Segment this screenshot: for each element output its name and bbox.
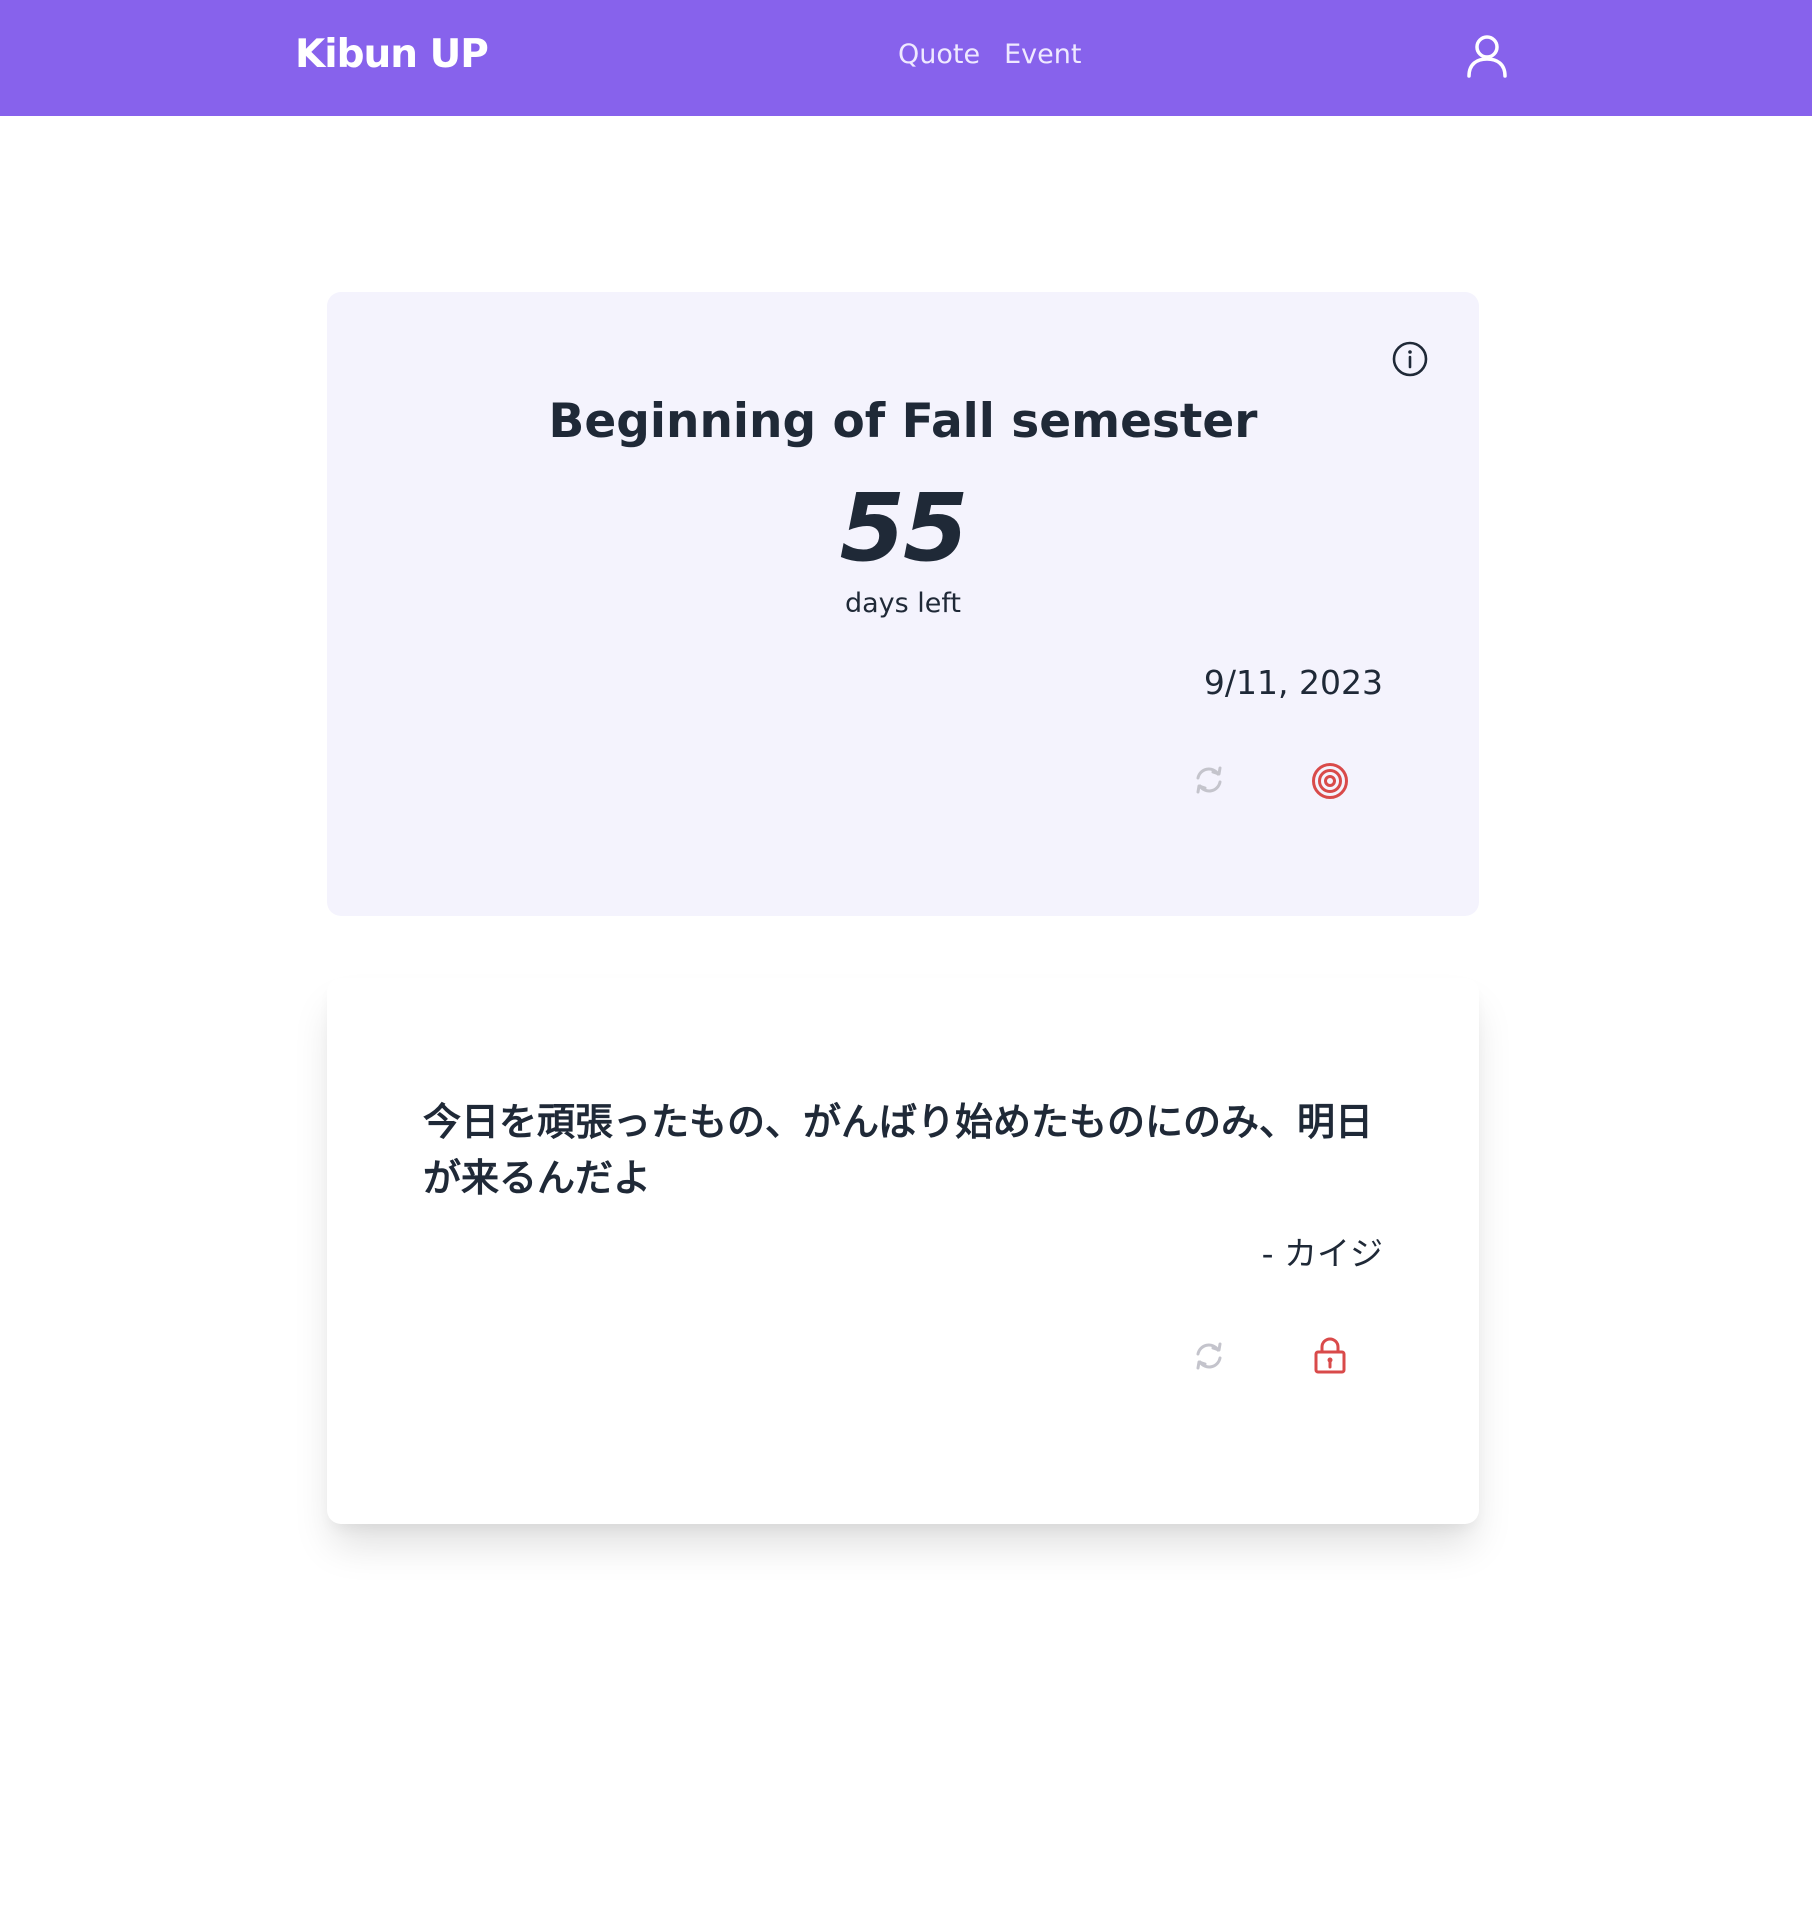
event-title: Beginning of Fall semester xyxy=(548,394,1258,449)
event-date: 9/11, 2023 xyxy=(1203,663,1383,702)
days-count: 55 xyxy=(839,474,969,583)
event-card: Beginning of Fall semester 55 days left … xyxy=(327,292,1479,916)
quote-author: - カイジ xyxy=(1261,1234,1383,1273)
user-icon[interactable] xyxy=(1466,34,1508,78)
navbar: Kibun UP Quote Event xyxy=(0,0,1812,116)
nav-link-quote[interactable]: Quote xyxy=(898,37,980,73)
target-icon[interactable] xyxy=(1311,762,1349,800)
info-icon[interactable] xyxy=(1391,340,1429,378)
refresh-icon[interactable] xyxy=(1191,762,1227,798)
quote-text: 今日を頑張ったもの、がんばり始めたものにのみ、明日が来るんだよ xyxy=(423,1100,1374,1200)
nav-link-event[interactable]: Event xyxy=(1004,37,1081,73)
brand-logo[interactable]: Kibun UP xyxy=(295,30,489,80)
quote-card: 今日を頑張ったもの、がんばり始めたものにのみ、明日が来るんだよ - カイジ xyxy=(327,978,1479,1524)
refresh-icon[interactable] xyxy=(1191,1338,1227,1374)
nav-links: Quote Event xyxy=(898,37,1081,73)
lock-icon[interactable] xyxy=(1313,1336,1347,1374)
days-label: days left xyxy=(844,588,962,619)
